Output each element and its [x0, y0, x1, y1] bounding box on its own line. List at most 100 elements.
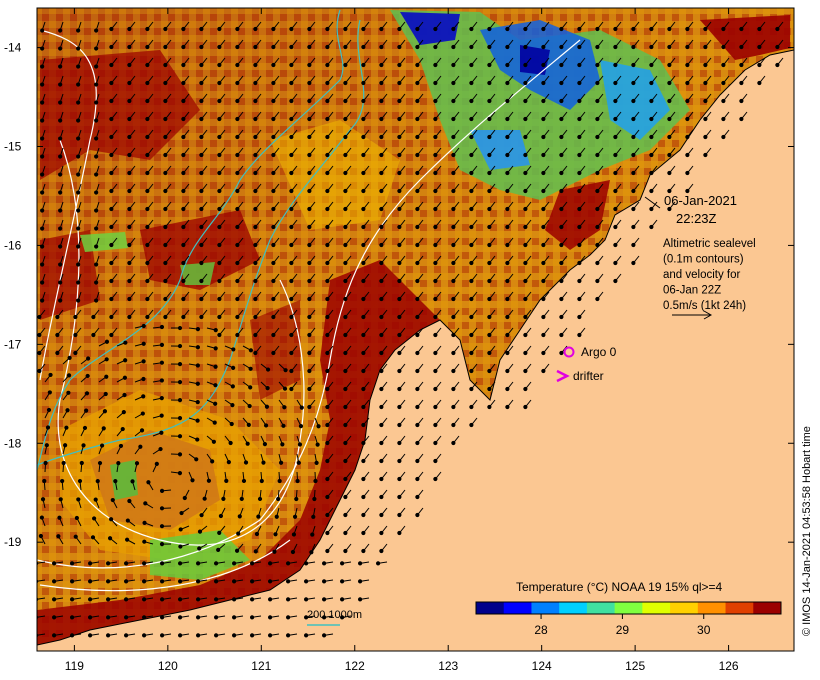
velocity-arrow-head — [217, 62, 222, 68]
velocity-arrow-head — [163, 296, 168, 302]
velocity-arrow-head — [138, 444, 143, 449]
velocity-arrow-head — [199, 170, 204, 176]
velocity-arrow-head — [451, 62, 456, 68]
velocity-arrow-head — [40, 136, 45, 141]
velocity-arrow-head — [451, 134, 456, 140]
velocity-arrow-head — [253, 314, 258, 320]
velocity-arrow-head — [325, 350, 330, 356]
velocity-arrow-head — [235, 152, 240, 158]
velocity-arrow-head — [87, 579, 93, 584]
velocity-arrow-head — [109, 314, 114, 320]
altimetry-note-line: (0.1m contours) — [663, 254, 744, 266]
velocity-arrow-head — [46, 407, 52, 413]
velocity-arrow-head — [415, 386, 420, 392]
velocity-arrow-head — [343, 368, 348, 374]
velocity-arrow-head — [451, 404, 456, 410]
velocity-arrow-head — [433, 386, 438, 392]
velocity-arrow-head — [159, 430, 164, 435]
velocity-arrow-head — [58, 118, 63, 123]
velocity-arrow-head — [505, 116, 510, 122]
velocity-arrow-head — [267, 579, 273, 584]
velocity-arrow-head — [69, 615, 75, 620]
velocity-arrow-head — [229, 421, 234, 427]
velocity-arrow-head — [159, 342, 165, 347]
velocity-arrow-head — [433, 98, 438, 104]
velocity-arrow-head — [703, 80, 708, 86]
velocity-arrow-head — [109, 26, 114, 32]
y-tick-label: -16 — [4, 238, 22, 252]
velocity-arrow-head — [109, 242, 114, 248]
velocity-arrow-head — [379, 26, 384, 32]
velocity-arrow-head — [397, 260, 402, 266]
velocity-arrow-head — [217, 134, 222, 140]
velocity-arrow-head — [127, 62, 132, 68]
velocity-arrow-head — [86, 356, 91, 361]
velocity-arrow-head — [231, 597, 237, 602]
velocity-arrow-head — [271, 314, 276, 320]
velocity-arrow-head — [109, 62, 114, 68]
velocity-arrow-head — [199, 513, 204, 518]
velocity-arrow-head — [685, 116, 690, 122]
velocity-arrow-head — [415, 440, 420, 446]
velocity-arrow-head — [415, 332, 420, 338]
velocity-arrow-head — [559, 242, 564, 248]
velocity-arrow-head — [379, 494, 384, 500]
colorbar-swatch — [753, 602, 782, 614]
velocity-arrow-head — [178, 544, 183, 549]
velocity-arrow-head — [451, 332, 456, 338]
velocity-arrow-head — [145, 278, 150, 284]
velocity-arrow-head — [273, 532, 278, 537]
velocity-arrow-head — [182, 495, 187, 501]
velocity-arrow-head — [595, 62, 600, 68]
velocity-arrow-head — [93, 497, 98, 502]
velocity-arrow-head — [85, 373, 90, 379]
velocity-arrow-head — [259, 478, 264, 484]
velocity-arrow-head — [110, 497, 115, 503]
velocity-arrow-head — [721, 62, 726, 68]
velocity-arrow-head — [343, 170, 348, 176]
velocity-arrow-head — [104, 374, 109, 379]
velocity-arrow-head — [92, 516, 97, 521]
velocity-arrow-head — [217, 26, 222, 32]
y-tick-label: -19 — [4, 535, 22, 549]
velocity-arrow-head — [397, 404, 402, 410]
velocity-arrow-head — [433, 80, 438, 86]
velocity-arrow-head — [127, 134, 132, 140]
velocity-arrow-head — [163, 116, 168, 122]
velocity-arrow-head — [163, 188, 168, 194]
velocity-arrow-head — [361, 260, 366, 266]
velocity-arrow-head — [123, 633, 129, 638]
velocity-arrow-head — [469, 332, 474, 338]
velocity-arrow-head — [559, 62, 564, 68]
velocity-arrow-head — [243, 460, 249, 465]
velocity-arrow-head — [469, 80, 474, 86]
velocity-arrow-head — [321, 633, 327, 638]
velocity-arrow-head — [141, 615, 147, 620]
velocity-arrow-head — [433, 350, 438, 356]
velocity-arrow-head — [316, 424, 321, 429]
velocity-arrow-head — [397, 350, 402, 356]
velocity-arrow-head — [217, 278, 222, 284]
velocity-arrow-head — [181, 224, 186, 230]
velocity-arrow-head — [307, 332, 312, 338]
velocity-arrow-head — [58, 82, 63, 87]
velocity-arrow-head — [37, 368, 42, 374]
velocity-arrow-head — [69, 597, 75, 602]
velocity-arrow-head — [343, 224, 348, 230]
velocity-arrow-head — [415, 422, 420, 428]
velocity-arrow-head — [195, 345, 201, 350]
velocity-arrow-head — [289, 26, 294, 32]
velocity-arrow-head — [58, 244, 63, 249]
velocity-arrow-head — [433, 116, 438, 122]
velocity-arrow-head — [120, 426, 125, 432]
velocity-arrow-head — [76, 28, 81, 33]
velocity-arrow-head — [577, 188, 582, 194]
velocity-arrow-head — [145, 188, 150, 194]
colorbar-swatch — [559, 602, 588, 614]
velocity-arrow-head — [56, 534, 61, 539]
velocity-arrow-head — [541, 350, 546, 356]
velocity-arrow-head — [451, 116, 456, 122]
velocity-arrow-head — [294, 496, 299, 502]
velocity-arrow-head — [94, 64, 99, 69]
colorbar-tick-label: 29 — [616, 623, 630, 637]
